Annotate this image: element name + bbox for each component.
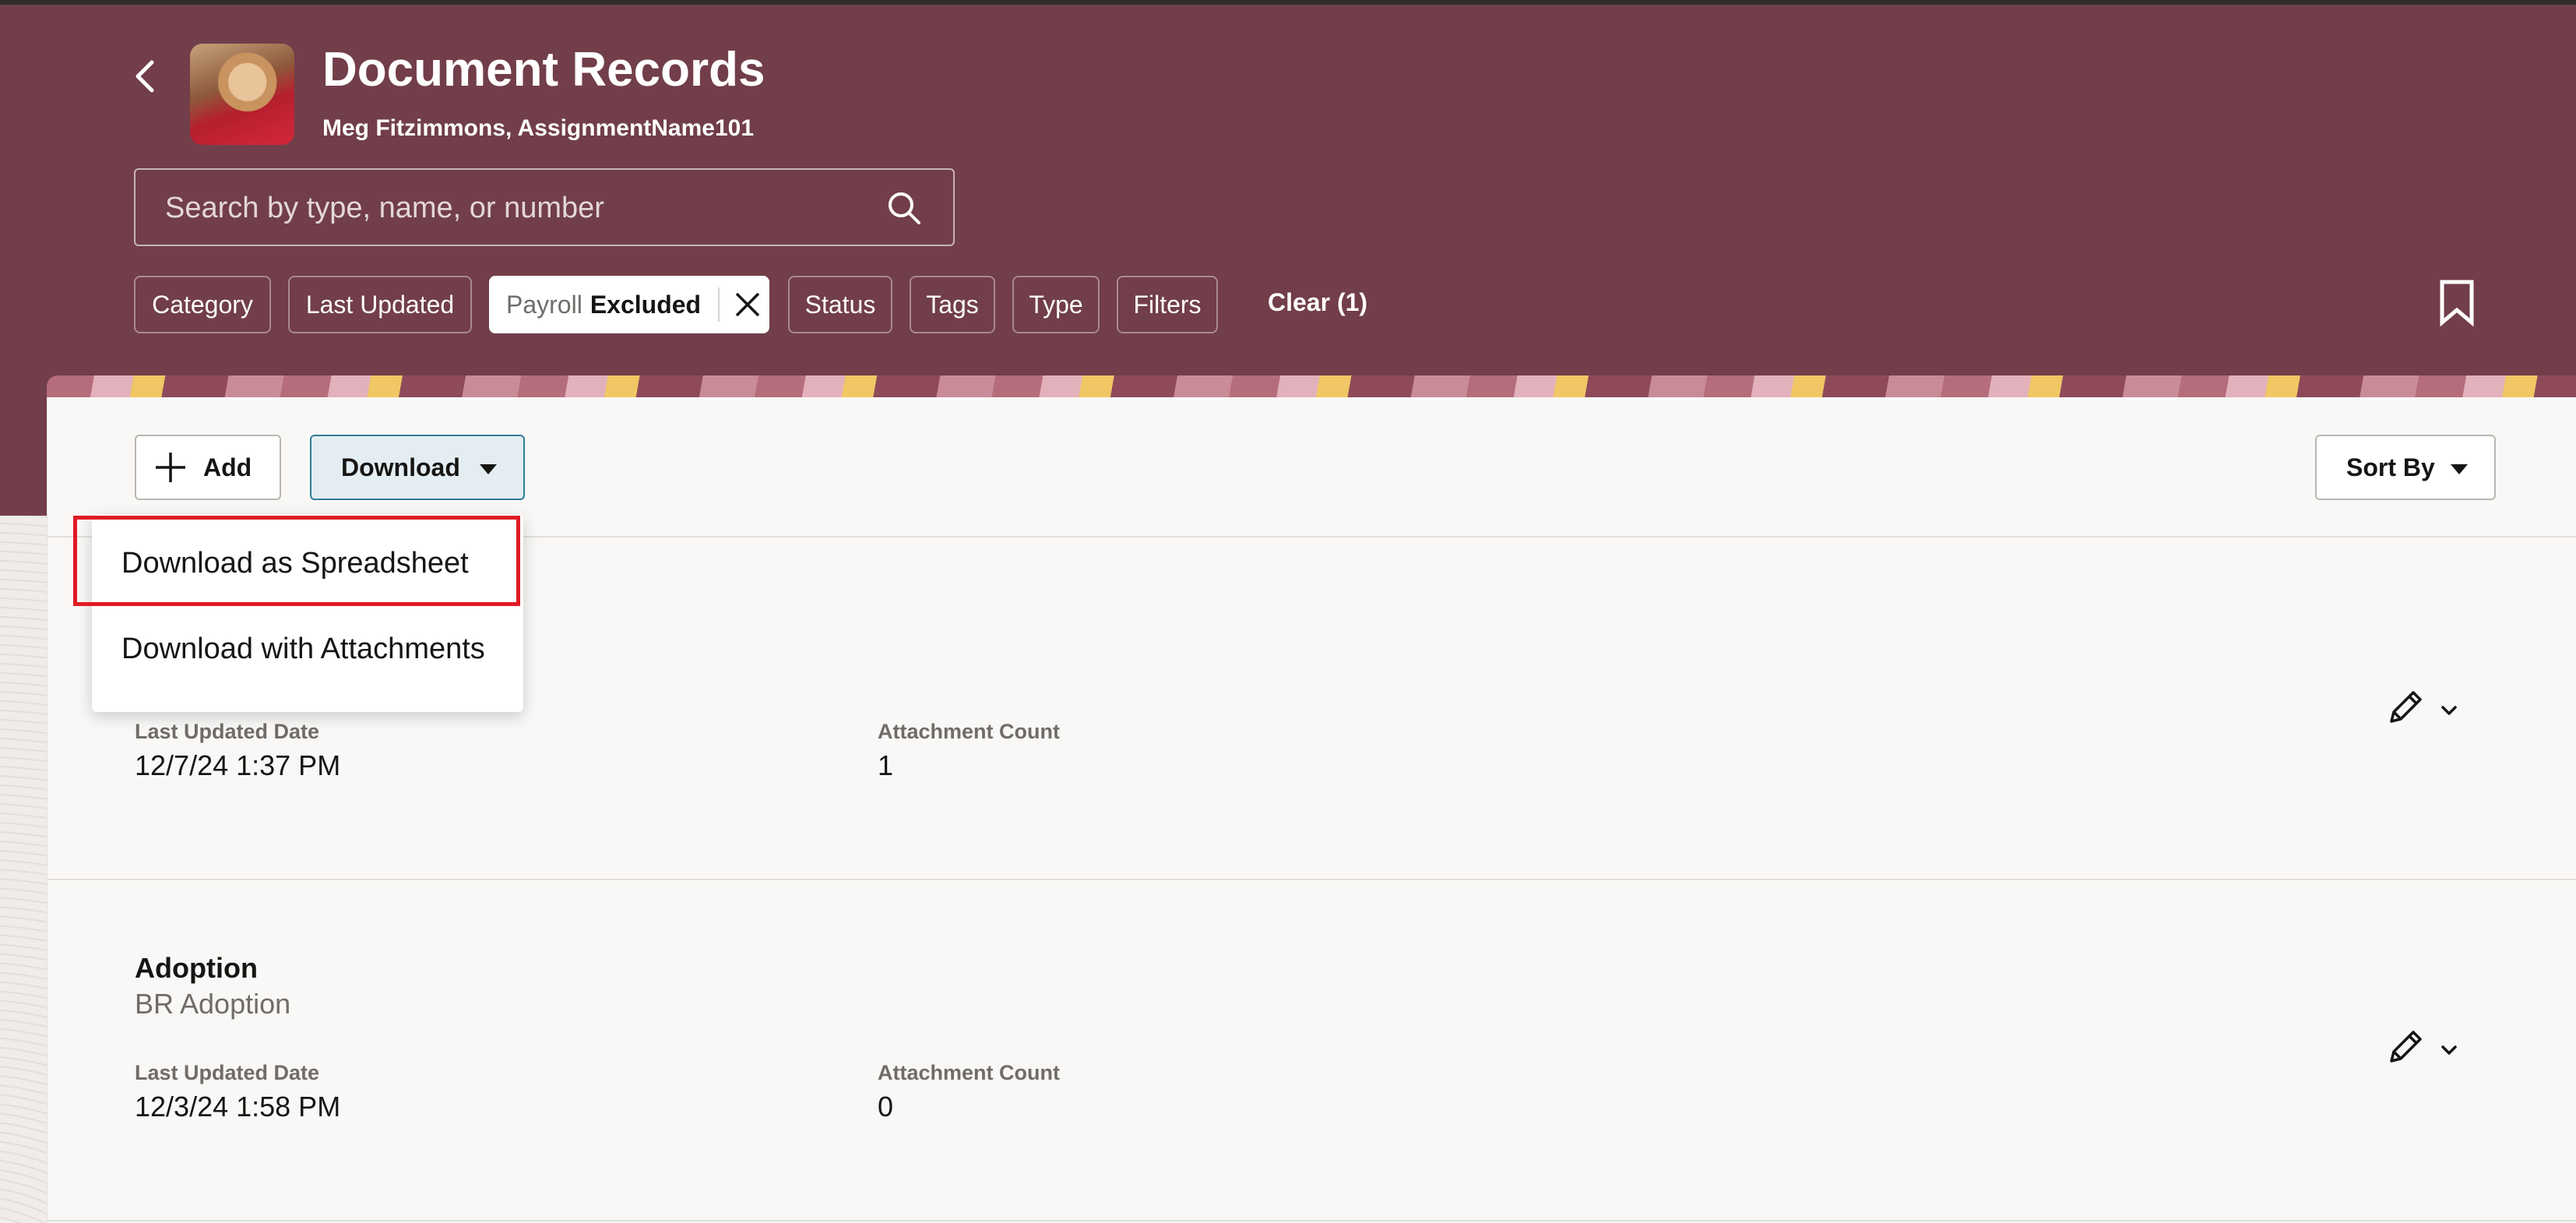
caret-down-icon [2451, 464, 2468, 474]
attachment-count-value: 0 [878, 1091, 894, 1123]
chevron-down-icon[interactable] [2437, 1038, 2462, 1063]
filter-chip-tags[interactable]: Tags [910, 276, 995, 333]
page-subtitle: Meg Fitzimmons, AssignmentName101 [322, 115, 755, 141]
pencil-icon[interactable] [2384, 1025, 2427, 1069]
chip-separator [718, 287, 720, 322]
record-subtitle: BR Adoption [135, 988, 291, 1020]
decorative-banner [47, 375, 2576, 399]
back-arrow-icon [135, 60, 154, 93]
menu-item-download-attachments[interactable]: Download with Attachments [121, 633, 485, 666]
divider [48, 1220, 2576, 1221]
back-button[interactable] [125, 51, 165, 101]
download-button-label: Download [341, 453, 460, 481]
caret-down-icon [480, 464, 497, 474]
last-updated-label: Last Updated Date [135, 1061, 320, 1084]
add-button[interactable]: Add [135, 435, 281, 500]
highlight-box [73, 516, 520, 606]
download-button[interactable]: Download [310, 435, 525, 500]
last-updated-value: 12/7/24 1:37 PM [135, 749, 341, 781]
filter-chip-type[interactable]: Type [1012, 276, 1100, 333]
divider [48, 879, 2576, 880]
filters-button[interactable]: Filters [1117, 276, 1218, 333]
last-updated-value: 12/3/24 1:58 PM [135, 1091, 341, 1123]
chevron-down-icon[interactable] [2437, 698, 2462, 723]
search-input[interactable]: Search by type, name, or number [134, 168, 955, 246]
filter-chip-category[interactable]: Category [134, 276, 271, 333]
search-placeholder: Search by type, name, or number [165, 192, 604, 224]
page-title: Document Records [322, 43, 765, 97]
last-updated-label: Last Updated Date [135, 720, 320, 743]
avatar [190, 44, 294, 145]
attachment-count-label: Attachment Count [878, 720, 1060, 743]
search-icon[interactable] [885, 189, 924, 227]
filter-chip-payroll[interactable]: Payroll Excluded [489, 276, 769, 333]
close-icon [735, 292, 760, 317]
decorative-background [0, 516, 47, 1223]
filter-chip-last-updated[interactable]: Last Updated [288, 276, 472, 333]
bookmark-icon[interactable] [2437, 279, 2476, 327]
clear-filters-link[interactable]: Clear (1) [1268, 288, 1367, 317]
sort-by-button[interactable]: Sort By [2315, 435, 2496, 500]
attachment-count-value: 1 [878, 749, 894, 781]
pencil-icon[interactable] [2384, 686, 2427, 729]
filter-chip-payroll-label: Payroll [506, 290, 582, 319]
attachment-count-label: Attachment Count [878, 1061, 1060, 1084]
add-button-label: Add [203, 453, 252, 481]
filter-chip-payroll-value: Excluded [589, 290, 702, 319]
record-title: Adoption [135, 952, 258, 984]
filter-chip-status[interactable]: Status [788, 276, 892, 333]
sort-by-label: Sort By [2346, 453, 2435, 481]
plus-icon [156, 453, 185, 482]
remove-filter-button[interactable] [729, 286, 766, 323]
